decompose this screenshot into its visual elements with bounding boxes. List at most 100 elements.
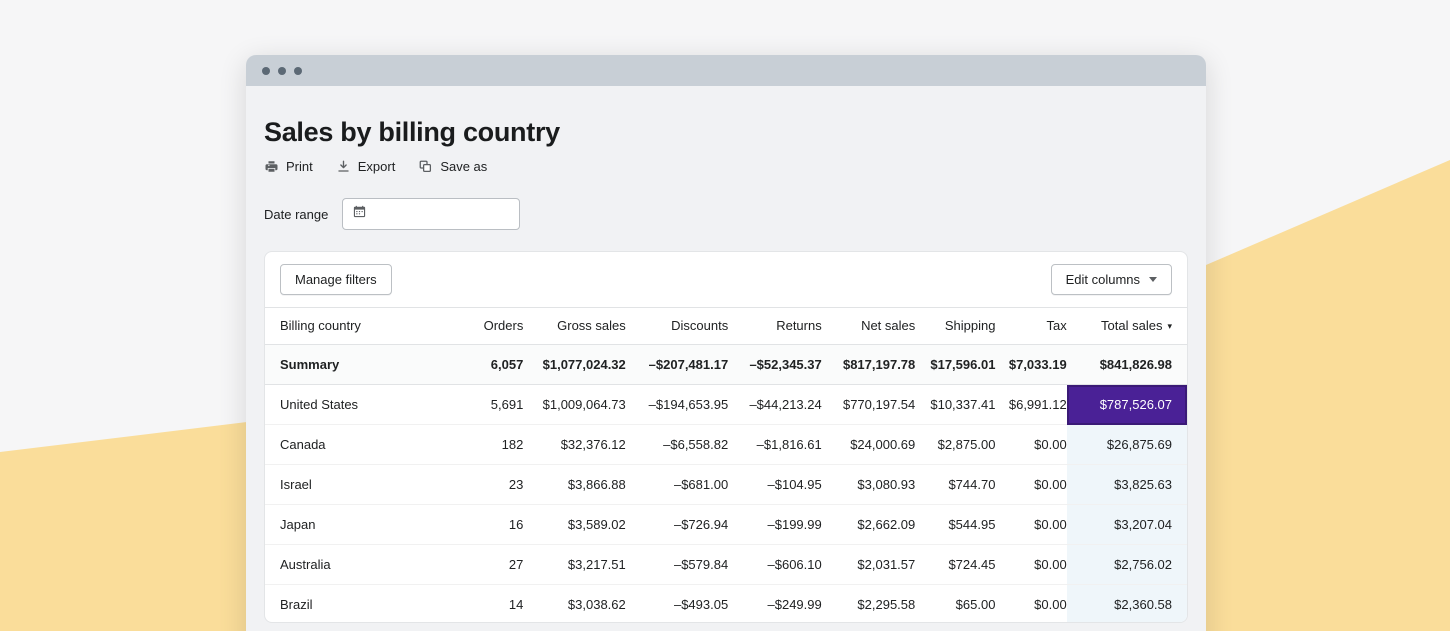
cell-net-sales: $770,197.54: [821, 384, 916, 426]
page-title: Sales by billing country: [264, 117, 560, 147]
cell-gross-sales: $32,376.12: [523, 424, 626, 466]
printer-icon: [264, 159, 279, 174]
table-row[interactable]: Canada 182 $32,376.12 –$6,558.82 –$1,816.61 $…: [265, 424, 1187, 466]
sales-table: Billing country Orders Gross sales Disco…: [265, 307, 1187, 623]
download-icon: [336, 159, 351, 174]
table-header: Billing country Orders Gross sales Disco…: [265, 307, 1187, 346]
edit-columns-button[interactable]: Edit columns: [1050, 264, 1172, 296]
cell-returns: –$44,213.24: [728, 384, 822, 426]
cell-billing-country: Japan: [265, 504, 448, 546]
column-header-returns[interactable]: Returns: [728, 307, 822, 346]
column-header-total-sales[interactable]: Total sales ▾: [1066, 307, 1187, 346]
cell-billing-country: Canada: [265, 424, 448, 466]
date-range-label: Date range: [264, 206, 329, 222]
cell-orders: 5,691: [447, 384, 524, 426]
cell-billing-country: United States: [265, 384, 448, 426]
window-maximize-dot[interactable]: [294, 66, 302, 75]
background-shape-left: [0, 418, 280, 631]
cell-net-sales: $24,000.69: [821, 424, 916, 466]
column-header-net-sales[interactable]: Net sales: [821, 307, 916, 346]
window-minimize-dot[interactable]: [278, 66, 286, 75]
cell-total-sales[interactable]: $3,207.04: [1066, 504, 1187, 546]
cell-returns: –$1,816.61: [728, 424, 822, 466]
column-header-tax[interactable]: Tax: [995, 307, 1067, 346]
window-close-dot[interactable]: [262, 66, 270, 75]
column-header-orders[interactable]: Orders: [447, 307, 524, 346]
cell-returns: –$199.99: [728, 504, 822, 546]
cell-tax: $0.00: [995, 584, 1067, 623]
column-header-discounts[interactable]: Discounts: [625, 307, 729, 346]
cell-tax: $0.00: [995, 424, 1067, 466]
cell-discounts: –$579.84: [625, 544, 729, 586]
sort-descending-icon: ▾: [1167, 321, 1172, 332]
cell-net-sales: $2,662.09: [821, 504, 916, 546]
table-row[interactable]: Australia 27 $3,217.51 –$579.84 –$606.10 $2,0…: [265, 544, 1187, 586]
cell-total-sales[interactable]: $2,360.58: [1066, 584, 1187, 623]
export-button[interactable]: Export: [336, 159, 395, 174]
cell-net-sales: $3,080.93: [821, 464, 916, 506]
summary-net-sales: $817,197.78: [821, 344, 916, 386]
cell-billing-country: Australia: [265, 544, 448, 586]
cell-net-sales: $2,295.58: [821, 584, 916, 623]
cell-shipping: $544.95: [915, 504, 996, 546]
manage-filters-label: Manage filters: [295, 272, 377, 288]
summary-total-sales: $841,826.98: [1066, 344, 1187, 386]
cell-orders: 23: [447, 464, 524, 506]
summary-gross-sales: $1,077,024.32: [523, 344, 626, 386]
column-header-billing-country[interactable]: Billing country: [265, 307, 448, 346]
print-button[interactable]: Print: [264, 159, 313, 174]
window-title-bar: [246, 55, 1206, 86]
cell-total-sales[interactable]: $2,756.02: [1066, 544, 1187, 586]
cell-tax: $0.00: [995, 504, 1067, 546]
cell-gross-sales: $1,009,064.73: [523, 384, 626, 426]
table-header-row: Billing country Orders Gross sales Disco…: [265, 307, 1187, 346]
column-header-shipping[interactable]: Shipping: [915, 307, 996, 346]
cell-discounts: –$493.05: [625, 584, 729, 623]
cell-discounts: –$681.00: [625, 464, 729, 506]
cell-shipping: $744.70: [915, 464, 996, 506]
report-card: Manage filters Edit columns Billing coun…: [264, 251, 1188, 624]
manage-filters-button[interactable]: Manage filters: [280, 264, 392, 296]
date-range-field[interactable]: [342, 198, 521, 231]
cell-tax: $6,991.12: [995, 384, 1067, 426]
date-range-row: Date range: [264, 198, 1188, 231]
cell-billing-country: Israel: [265, 464, 448, 506]
date-range-input[interactable]: [375, 206, 511, 222]
cell-billing-country: Brazil: [265, 584, 448, 623]
cell-orders: 16: [447, 504, 524, 546]
cell-gross-sales: $3,217.51: [523, 544, 626, 586]
cell-gross-sales: $3,038.62: [523, 584, 626, 623]
card-toolbar: Manage filters Edit columns: [265, 252, 1187, 307]
cell-total-sales-selected[interactable]: $787,526.07: [1066, 384, 1187, 426]
cell-total-sales[interactable]: $3,825.63: [1066, 464, 1187, 506]
cell-tax: $0.00: [995, 544, 1067, 586]
cell-shipping: $65.00: [915, 584, 996, 623]
cell-orders: 14: [447, 584, 524, 623]
page-content: Sales by billing country Print Export Sa…: [246, 86, 1206, 631]
cell-discounts: –$194,653.95: [625, 384, 729, 426]
calendar-icon: [352, 204, 367, 224]
page-actions: Print Export Save as: [264, 159, 1188, 174]
cell-returns: –$606.10: [728, 544, 822, 586]
edit-columns-label: Edit columns: [1065, 272, 1140, 288]
save-as-button[interactable]: Save as: [418, 159, 487, 174]
cell-tax: $0.00: [995, 464, 1067, 506]
summary-shipping: $17,596.01: [915, 344, 996, 386]
chevron-down-icon: [1149, 277, 1157, 283]
cell-shipping: $10,337.41: [915, 384, 996, 426]
print-label: Print: [286, 159, 313, 175]
cell-discounts: –$6,558.82: [625, 424, 729, 466]
cell-shipping: $724.45: [915, 544, 996, 586]
column-header-gross-sales[interactable]: Gross sales: [523, 307, 626, 346]
summary-tax: $7,033.19: [995, 344, 1067, 386]
summary-orders: 6,057: [447, 344, 524, 386]
table-row[interactable]: Brazil 14 $3,038.62 –$493.05 –$249.99 $2,295.…: [265, 584, 1187, 623]
table-row[interactable]: United States 5,691 $1,009,064.73 –$194,653…: [265, 384, 1187, 426]
summary-label: Summary: [265, 344, 448, 386]
cell-total-sales[interactable]: $26,875.69: [1066, 424, 1187, 466]
table-row[interactable]: Japan 16 $3,589.02 –$726.94 –$199.99 $2,662.0…: [265, 504, 1187, 546]
cell-net-sales: $2,031.57: [821, 544, 916, 586]
cell-returns: –$104.95: [728, 464, 822, 506]
cell-gross-sales: $3,866.88: [523, 464, 626, 506]
table-row[interactable]: Israel 23 $3,866.88 –$681.00 –$104.95 $3,080.…: [265, 464, 1187, 506]
